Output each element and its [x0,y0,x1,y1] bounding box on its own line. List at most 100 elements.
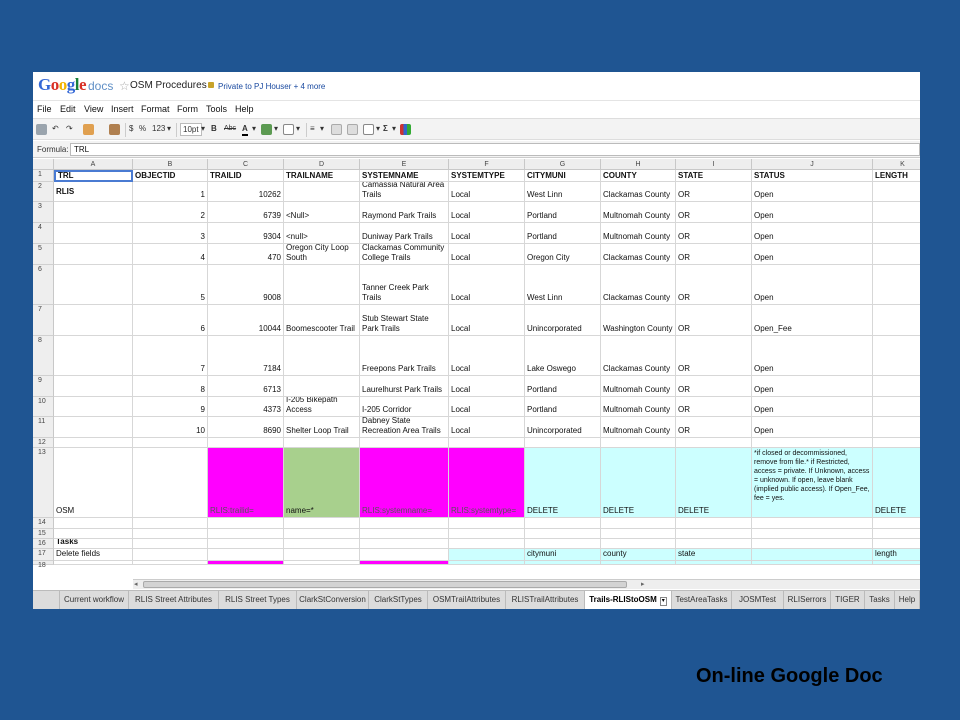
chevron-down-icon[interactable]: ▾ [392,123,396,136]
insert-icon[interactable] [363,124,374,135]
table-cell[interactable] [133,518,208,529]
table-cell[interactable] [208,438,284,448]
table-cell[interactable]: 6 [133,305,208,336]
table-cell[interactable]: Open [752,336,873,376]
table-cell[interactable] [133,438,208,448]
table-cell[interactable] [873,561,920,565]
table-cell[interactable] [752,438,873,448]
menu-file[interactable]: File [37,104,52,114]
table-cell[interactable]: 6713 [208,376,284,397]
table-cell[interactable]: 7 [133,336,208,376]
table-cell[interactable] [449,549,525,561]
strikethrough-button[interactable]: Abc [224,123,236,136]
sheet-tab[interactable]: OSMTrailAttributes [428,591,506,609]
table-cell[interactable] [873,376,920,397]
sheet-tab[interactable]: Current workflow [60,591,129,609]
table-cell[interactable] [360,529,449,539]
table-cell[interactable] [54,244,133,265]
table-cell[interactable]: OR [676,305,752,336]
osm-systemtype-cell[interactable]: RLIS:systemtype= [449,448,525,518]
chevron-down-icon[interactable]: ▾ [167,123,171,136]
osm-county-cell[interactable]: DELETE [601,448,676,518]
table-cell[interactable] [360,539,449,549]
chevron-down-icon[interactable]: ▾ [659,597,667,606]
table-cell[interactable] [601,529,676,539]
row-header-10[interactable]: 10 [33,397,54,417]
delete-length-cell[interactable]: length [873,549,920,561]
table-cell[interactable]: 5 [133,265,208,305]
row-header-9[interactable]: 9 [33,376,54,397]
formula-input[interactable]: TRL [70,143,920,156]
table-cell[interactable] [873,529,920,539]
table-cell[interactable] [449,561,525,565]
column-header-j[interactable]: J [752,159,873,170]
table-cell[interactable] [54,376,133,397]
table-cell[interactable] [676,539,752,549]
table-cell[interactable] [54,223,133,244]
table-cell[interactable]: Unincorporated [525,417,601,438]
number-format-dropdown[interactable]: 123 [152,123,165,136]
table-cell[interactable]: OR [676,376,752,397]
chevron-down-icon[interactable]: ▾ [274,123,278,136]
table-cell[interactable] [54,265,133,305]
chevron-down-icon[interactable]: ▾ [252,123,256,136]
table-cell[interactable]: Open [752,397,873,417]
currency-format-button[interactable]: $ [129,123,133,136]
bold-button[interactable]: B [211,123,217,136]
table-cell[interactable] [449,529,525,539]
table-cell[interactable]: 6739 [208,202,284,223]
table-cell[interactable] [54,529,133,539]
table-cell[interactable] [133,561,208,565]
table-cell[interactable]: Open [752,223,873,244]
table-cell[interactable]: Multnomah County [601,417,676,438]
scrollbar-thumb[interactable] [143,581,627,588]
table-cell[interactable] [54,438,133,448]
table-cell[interactable]: Stub Stewart State Park Trails [360,305,449,336]
table-cell[interactable]: <Null> [284,202,360,223]
table-cell[interactable] [525,518,601,529]
table-cell[interactable] [284,265,360,305]
table-cell[interactable]: OR [676,265,752,305]
chevron-down-icon[interactable]: ▾ [296,123,300,136]
table-cell[interactable]: Multnomah County [601,202,676,223]
table-cell[interactable]: OR [676,223,752,244]
table-cell[interactable]: I-205 Bikepath Access [284,397,360,417]
document-title[interactable]: OSM Procedures [130,80,207,91]
table-cell[interactable]: Portland [525,202,601,223]
table-cell[interactable]: Multnomah County [601,376,676,397]
sheet-tab[interactable]: RLISerrors [784,591,831,609]
row-header-4[interactable]: 4 [33,223,54,244]
table-cell[interactable] [525,561,601,565]
table-cell[interactable]: Oregon City Loop South [284,244,360,265]
table-cell[interactable] [525,529,601,539]
table-cell[interactable]: Open [752,244,873,265]
table-cell[interactable] [873,438,920,448]
table-cell[interactable] [284,518,360,529]
header-cell-systemtype[interactable]: SYSTEMTYPE [449,170,525,182]
table-cell[interactable] [360,549,449,561]
osm-label[interactable]: OSM [54,448,133,518]
table-cell[interactable] [752,539,873,549]
table-cell[interactable]: Washington County [601,305,676,336]
table-cell[interactable]: Local [449,336,525,376]
column-header-h[interactable]: H [601,159,676,170]
table-cell[interactable]: Tanner Creek Park Trails [360,265,449,305]
table-cell[interactable] [601,561,676,565]
table-cell[interactable]: Camassia Natural Area Trails [360,182,449,202]
sharing-link[interactable]: Private to PJ Houser + 4 more [218,82,325,91]
google-logo[interactable]: Google [38,75,87,95]
table-cell[interactable] [873,417,920,438]
table-cell[interactable] [873,397,920,417]
table-cell[interactable] [54,202,133,223]
sum-icon[interactable]: Σ [383,123,388,136]
table-cell[interactable] [133,448,208,518]
table-cell[interactable] [284,561,360,565]
table-cell[interactable]: Local [449,202,525,223]
text-color-button[interactable]: A [242,123,248,136]
row-header-12[interactable]: 12 [33,438,54,448]
table-cell[interactable] [284,438,360,448]
table-cell[interactable] [54,417,133,438]
percent-format-button[interactable]: % [139,123,146,136]
rlis-label[interactable]: RLIS [54,182,133,202]
table-cell[interactable] [284,539,360,549]
